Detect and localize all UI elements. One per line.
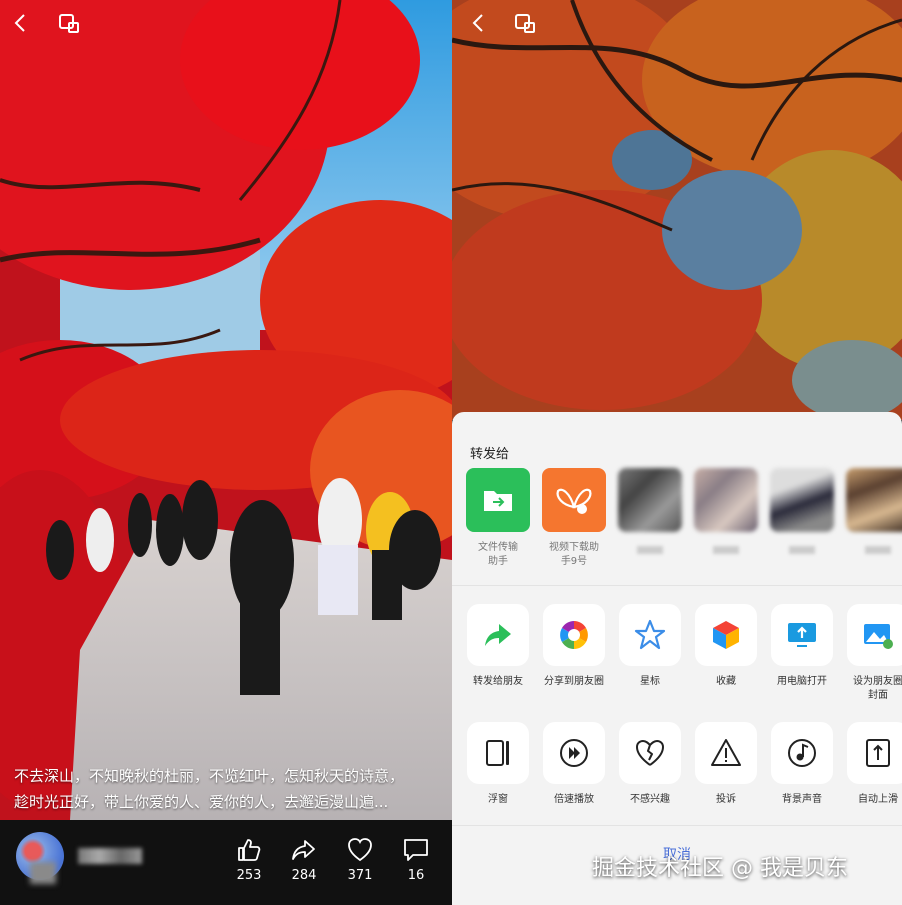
action-label: 浮窗 (488, 794, 508, 805)
share-panel: 转发给 文件传输 助手 视频下载助 手9号 转发给朋友 分享到朋友圈 星标 收藏… (452, 0, 902, 905)
contact-name-blurred (637, 546, 663, 554)
open-on-computer-button[interactable]: 用电脑打开 (770, 604, 834, 689)
contact-label: 视频下载助 手9号 (549, 542, 599, 567)
star-button[interactable]: 星标 (618, 604, 682, 689)
report-button[interactable]: 投诉 (694, 722, 758, 807)
caption-line-1: 不去深山，不知晚秋的杜丽，不览红叶，怎知秋天的诗意， (14, 767, 405, 785)
video-frame-red-leaves[interactable] (0, 0, 452, 820)
video-frame-canopy (452, 0, 902, 420)
star-icon (634, 619, 666, 650)
auto-scroll-button[interactable]: 自动上滑 (846, 722, 902, 807)
float-window-icon[interactable] (56, 10, 82, 36)
action-label: 收藏 (716, 676, 736, 687)
contact-label: 文件传输 助手 (478, 542, 518, 567)
share-arrow-icon (292, 840, 315, 860)
share-count: 284 (291, 868, 317, 883)
computer-icon (788, 623, 816, 647)
action-label: 用电脑打开 (777, 676, 827, 687)
watermark: 掘金技术社区 @ 我是贝东 (592, 856, 848, 881)
action-label: 倍速播放 (554, 794, 594, 805)
contact-name-blurred (789, 546, 815, 554)
share-sheet-title: 转发给 (470, 447, 510, 462)
contact-name-blurred (865, 546, 891, 554)
favorites-cube-icon (713, 621, 739, 649)
contact-file-transfer[interactable]: 文件传输 助手 (466, 468, 530, 569)
video-feed-panel: 不去深山，不知晚秋的杜丽，不览红叶，怎知秋天的诗意， 趁时光正好，带上你爱的人、… (0, 0, 452, 905)
warning-icon (711, 739, 741, 766)
action-label: 投诉 (716, 794, 736, 805)
back-icon[interactable] (8, 10, 34, 36)
background-audio-button[interactable]: 背景声音 (770, 722, 834, 807)
action-label: 自动上滑 (858, 794, 898, 805)
action-label: 背景声音 (782, 794, 822, 805)
like-count: 253 (236, 868, 262, 883)
contact-blurred[interactable] (694, 468, 758, 554)
contact-avatar (770, 468, 834, 532)
action-label: 星标 (640, 676, 660, 687)
moments-aperture-icon (560, 621, 588, 649)
video-caption[interactable]: 不去深山，不知晚秋的杜丽，不览红叶，怎知秋天的诗意， 趁时光正好，带上你爱的人、… (14, 763, 444, 815)
float-window-button[interactable]: 浮窗 (466, 722, 530, 807)
cover-image-icon (864, 624, 893, 649)
back-icon[interactable] (466, 10, 492, 36)
file-transfer-icon (466, 468, 530, 532)
contact-name-blurred (713, 546, 739, 554)
float-window-icon[interactable] (512, 10, 538, 36)
favorites-button[interactable]: 收藏 (694, 604, 758, 689)
comment-count: 16 (407, 868, 425, 883)
contact-blurred[interactable] (770, 468, 834, 554)
bottom-action-bar (0, 820, 452, 905)
heart-icon (348, 838, 372, 862)
contact-blurred[interactable] (846, 468, 902, 554)
butterfly-icon (542, 468, 606, 532)
action-label: 设为朋友圈 封面 (853, 676, 902, 701)
contact-blurred[interactable] (618, 468, 682, 554)
forward-arrow-icon (485, 624, 511, 646)
action-label: 转发给朋友 (473, 676, 523, 687)
heart-button[interactable]: 371 (340, 836, 380, 883)
contact-avatar (618, 468, 682, 532)
caption-line-2: 趁时光正好，带上你爱的人、爱你的人，去邂逅漫山遍... (14, 793, 389, 811)
auto-scroll-icon (866, 739, 890, 767)
broken-heart-icon (636, 740, 664, 766)
username-blurred[interactable] (78, 848, 142, 864)
float-window-icon (486, 740, 509, 766)
comment-icon (404, 839, 428, 861)
music-note-icon (788, 739, 816, 767)
avatar-blur (30, 862, 56, 884)
action-label: 分享到朋友圈 (544, 676, 604, 687)
action-label: 不感兴趣 (630, 794, 670, 805)
contact-avatar (694, 468, 758, 532)
comment-button[interactable]: 16 (396, 836, 436, 883)
playback-speed-button[interactable]: 倍速播放 (542, 722, 606, 807)
share-button[interactable]: 284 (284, 836, 324, 883)
playback-speed-icon (560, 739, 588, 767)
not-interested-button[interactable]: 不感兴趣 (618, 722, 682, 807)
contact-video-downloader[interactable]: 视频下载助 手9号 (542, 468, 606, 569)
share-sheet: 转发给 文件传输 助手 视频下载助 手9号 转发给朋友 分享到朋友圈 星标 收藏… (452, 412, 902, 905)
thumbs-up-icon (238, 839, 261, 861)
divider (452, 825, 902, 826)
contact-avatar (846, 468, 902, 532)
forward-to-friend-button[interactable]: 转发给朋友 (466, 604, 530, 689)
share-to-moments-button[interactable]: 分享到朋友圈 (542, 604, 606, 689)
divider (452, 585, 902, 586)
set-moments-cover-button[interactable]: 设为朋友圈 封面 (846, 604, 902, 703)
like-button[interactable]: 253 (229, 836, 269, 883)
heart-count: 371 (347, 868, 373, 883)
